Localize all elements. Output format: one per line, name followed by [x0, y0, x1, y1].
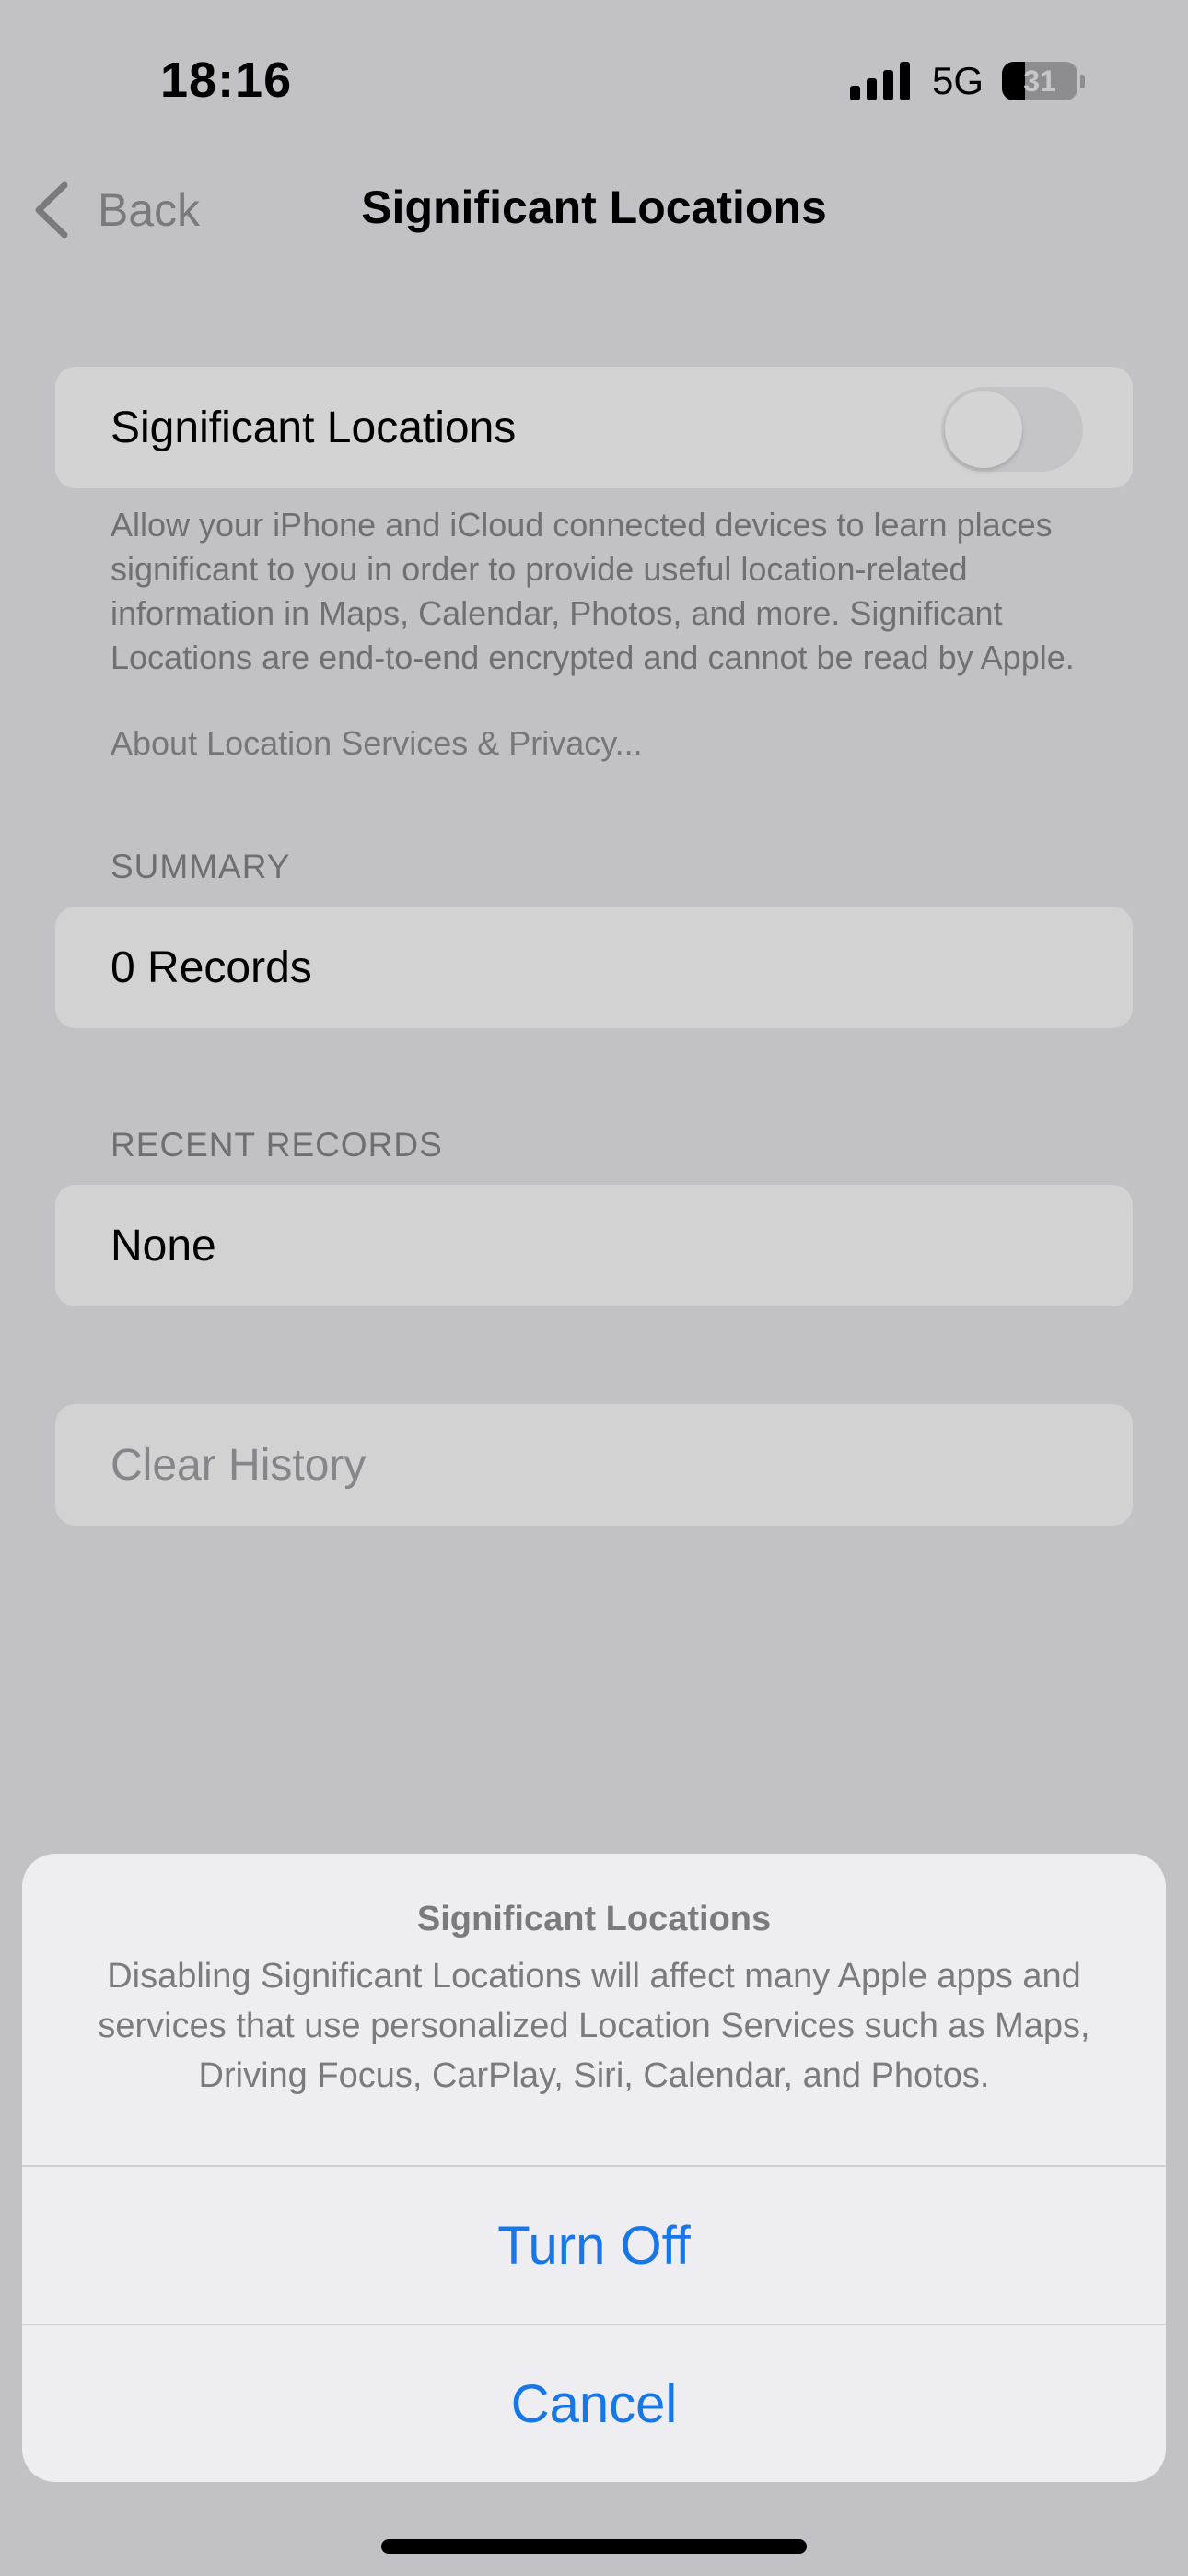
significant-locations-toggle[interactable] — [941, 387, 1083, 472]
summary-value: 0 Records — [111, 943, 312, 992]
privacy-link[interactable]: About Location Services & Privacy... — [111, 724, 643, 763]
network-type: 5G — [931, 59, 984, 102]
recent-records-value: None — [111, 1221, 216, 1270]
summary-cell[interactable]: 0 Records — [55, 907, 1133, 1028]
cellular-signal-icon — [849, 62, 910, 100]
action-sheet: Significant Locations Disabling Signific… — [22, 1854, 1166, 2482]
battery-tip — [1080, 74, 1085, 88]
screen: 18:16 5G 31 Back Significant Locations S… — [0, 0, 1188, 2576]
battery-level: 31 — [1023, 64, 1056, 98]
significant-locations-label: Significant Locations — [111, 403, 517, 452]
page-title: Significant Locations — [361, 181, 827, 233]
recent-records-header: RECENT RECORDS — [111, 1126, 443, 1164]
recent-records-cell: None — [55, 1185, 1133, 1306]
battery-icon: 31 — [1002, 62, 1077, 100]
action-sheet-title: Significant Locations — [416, 1900, 772, 1938]
turn-off-button[interactable]: Turn Off — [22, 2167, 1166, 2324]
toggle-knob — [945, 391, 1022, 468]
status-time: 18:16 — [160, 53, 293, 108]
summary-header: SUMMARY — [111, 848, 291, 885]
description-text: Allow your iPhone and iCloud connected d… — [111, 506, 1075, 676]
home-indicator[interactable] — [381, 2539, 807, 2554]
cancel-button[interactable]: Cancel — [22, 2325, 1166, 2482]
action-sheet-message: Disabling Significant Locations will aff… — [98, 1957, 1090, 2095]
significant-locations-cell: Significant Locations — [55, 367, 1133, 488]
clear-history-button[interactable]: Clear History — [55, 1404, 1133, 1526]
clear-history-label: Clear History — [111, 1440, 367, 1490]
status-indicators: 5G 31 — [849, 55, 1085, 107]
